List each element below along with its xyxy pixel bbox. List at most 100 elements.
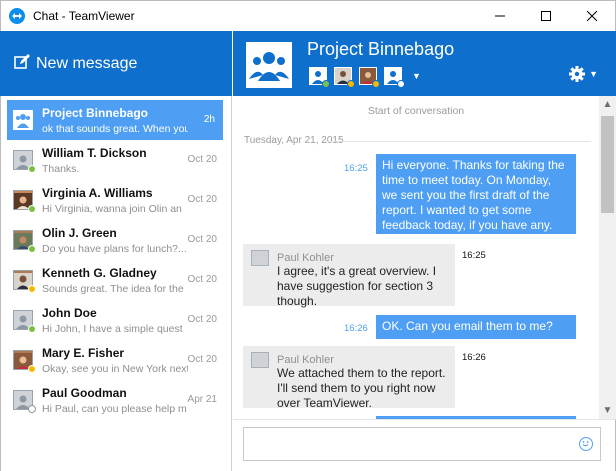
conversation-item-olin-j-green[interactable]: Olin J. Green Do you have plans for lunc… [1, 220, 231, 260]
minimize-button[interactable] [477, 1, 523, 31]
scroll-down-icon[interactable]: ▼ [599, 402, 616, 419]
conversation-preview: ok that sounds great. When you g [42, 122, 188, 135]
message-line: feedback today, if you have any. [382, 218, 553, 232]
avatar [13, 310, 36, 333]
conversation-preview: Hi John, I have a simple quest [42, 322, 183, 335]
avatar [13, 190, 36, 213]
gear-icon [569, 66, 586, 82]
conversation-start-label: Start of conversation [367, 105, 465, 117]
message-time: 16:26 [344, 323, 368, 334]
new-message-button[interactable]: New message [0, 31, 232, 96]
incoming-message[interactable]: Paul Kohler We attached them to the repo… [243, 346, 455, 410]
away-status-icon [372, 80, 380, 88]
message-line: OK. Can you email them to me? [382, 319, 553, 333]
conversation-name: Mary E. Fisher [42, 345, 125, 360]
message-line: I'll send them to you right now [277, 381, 436, 395]
window-title: Chat - TeamViewer [33, 9, 135, 23]
avatar [13, 390, 36, 413]
chat-scrollbar[interactable]: ▲ ▼ [599, 96, 616, 419]
message-composer [233, 419, 616, 471]
new-message-label: New message [36, 54, 138, 72]
message-time: 16:25 [462, 250, 486, 261]
message-line: report. I wanted to get some [382, 203, 532, 217]
conversation-item-william-t-dickson[interactable]: William T. Dickson Thanks. Oct 20 [1, 140, 231, 180]
group-avatar-icon [246, 42, 292, 88]
participant-avatar[interactable] [384, 67, 405, 88]
conversation-preview: Do you have plans for lunch?... [42, 242, 187, 255]
conversation-date: Oct 20 [187, 194, 217, 205]
conversation-date: 2h [203, 114, 215, 125]
scrollbar-thumb[interactable] [601, 116, 614, 213]
scroll-up-icon[interactable]: ▲ [599, 96, 616, 113]
conversation-date: Oct 20 [187, 314, 217, 325]
chevron-down-icon[interactable]: ▼ [412, 71, 421, 81]
maximize-button[interactable] [523, 1, 569, 31]
conversation-preview: Hi Paul, can you please help m [42, 402, 187, 415]
conversation-item-mary-e-fisher[interactable]: Mary E. Fisher Okay, see you in New York… [1, 340, 231, 380]
message-line: have suggestion for section 3 [277, 279, 434, 293]
chat-title: Project Binnebago [307, 39, 455, 59]
message-input[interactable] [243, 427, 601, 461]
conversation-item-virginia-a-williams[interactable]: Virginia A. Williams Hi Virginia, wanna … [1, 180, 231, 220]
conversation-date: Oct 20 [187, 274, 217, 285]
avatar [13, 270, 36, 293]
avatar [13, 230, 36, 253]
conversation-preview: Hi Virginia, wanna join Olin an [42, 202, 182, 215]
conversation-name: William T. Dickson [42, 145, 147, 160]
away-status-icon [347, 80, 355, 88]
chevron-down-icon: ▼ [589, 69, 598, 79]
title-bar: Chat - TeamViewer [0, 0, 616, 31]
message-line: we sent you the first draft of the [382, 188, 550, 202]
conversation-date: Oct 20 [187, 234, 217, 245]
participant-list: ▼ [309, 67, 421, 88]
message-line: I agree, it's a great overview. I [277, 264, 437, 278]
outgoing-message[interactable]: OK. Can you email them to me? [376, 315, 576, 339]
online-status-icon [28, 325, 36, 333]
conversation-date: Apr 21 [187, 394, 217, 405]
conversation-list: Project Binnebago ok that sounds great. … [0, 96, 232, 471]
conversation-preview: Okay, see you in New York next [42, 362, 188, 375]
message-line: time to meet today. On Monday, [382, 173, 551, 187]
message-line: Hi everyone. Thanks for taking the [382, 158, 565, 172]
compose-icon [14, 54, 30, 73]
conversation-name: Paul Goodman [42, 385, 127, 400]
online-status-icon [28, 205, 36, 213]
participant-avatar[interactable] [359, 67, 380, 88]
conversation-item-john-doe[interactable]: John Doe Hi John, I have a simple quest … [1, 300, 231, 340]
message-line: though. [277, 294, 318, 308]
settings-menu-button[interactable]: ▼ [568, 65, 598, 83]
chat-header: Project Binnebago ▼ ▼ [233, 31, 616, 96]
message-sender: Paul Kohler [277, 354, 334, 366]
conversation-preview: Thanks. [42, 162, 80, 175]
message-history: Start of conversation Tuesday, Apr 21, 2… [233, 96, 599, 419]
online-status-icon [28, 245, 36, 253]
online-status-icon [28, 165, 36, 173]
outgoing-message[interactable]: Hi everyone. Thanks for taking the time … [376, 154, 576, 234]
conversation-item-paul-goodman[interactable]: Paul Goodman Hi Paul, can you please hel… [1, 380, 231, 420]
conversation-preview: Sounds great. The idea for the [42, 282, 184, 295]
date-divider [325, 141, 591, 142]
message-line: over TeamViewer. [277, 396, 372, 410]
message-time: 16:25 [344, 163, 368, 174]
incoming-message[interactable]: Paul Kohler I agree, it's a great overvi… [243, 244, 455, 308]
message-sender: Paul Kohler [277, 252, 334, 264]
emoji-icon[interactable] [579, 437, 593, 451]
conversation-name: Kenneth G. Gladney [42, 265, 157, 280]
avatar [251, 352, 269, 368]
conversation-item-project-binnebago[interactable]: Project Binnebago ok that sounds great. … [7, 100, 223, 140]
offline-status-icon [397, 80, 405, 88]
conversation-name: Project Binnebago [42, 105, 149, 120]
message-line: We attached them to the report. [277, 366, 446, 380]
away-status-icon [28, 285, 36, 293]
close-button[interactable] [569, 1, 615, 31]
conversation-item-kenneth-g-gladney[interactable]: Kenneth G. Gladney Sounds great. The ide… [1, 260, 231, 300]
message-time: 16:26 [462, 352, 486, 363]
conversation-name: Olin J. Green [42, 225, 117, 240]
group-avatar-icon [13, 110, 33, 130]
avatar [13, 150, 36, 173]
participant-avatar[interactable] [309, 67, 330, 88]
avatar [251, 250, 269, 266]
participant-avatar[interactable] [334, 67, 355, 88]
conversation-name: Virginia A. Williams [42, 185, 153, 200]
teamviewer-logo-icon [9, 8, 25, 24]
